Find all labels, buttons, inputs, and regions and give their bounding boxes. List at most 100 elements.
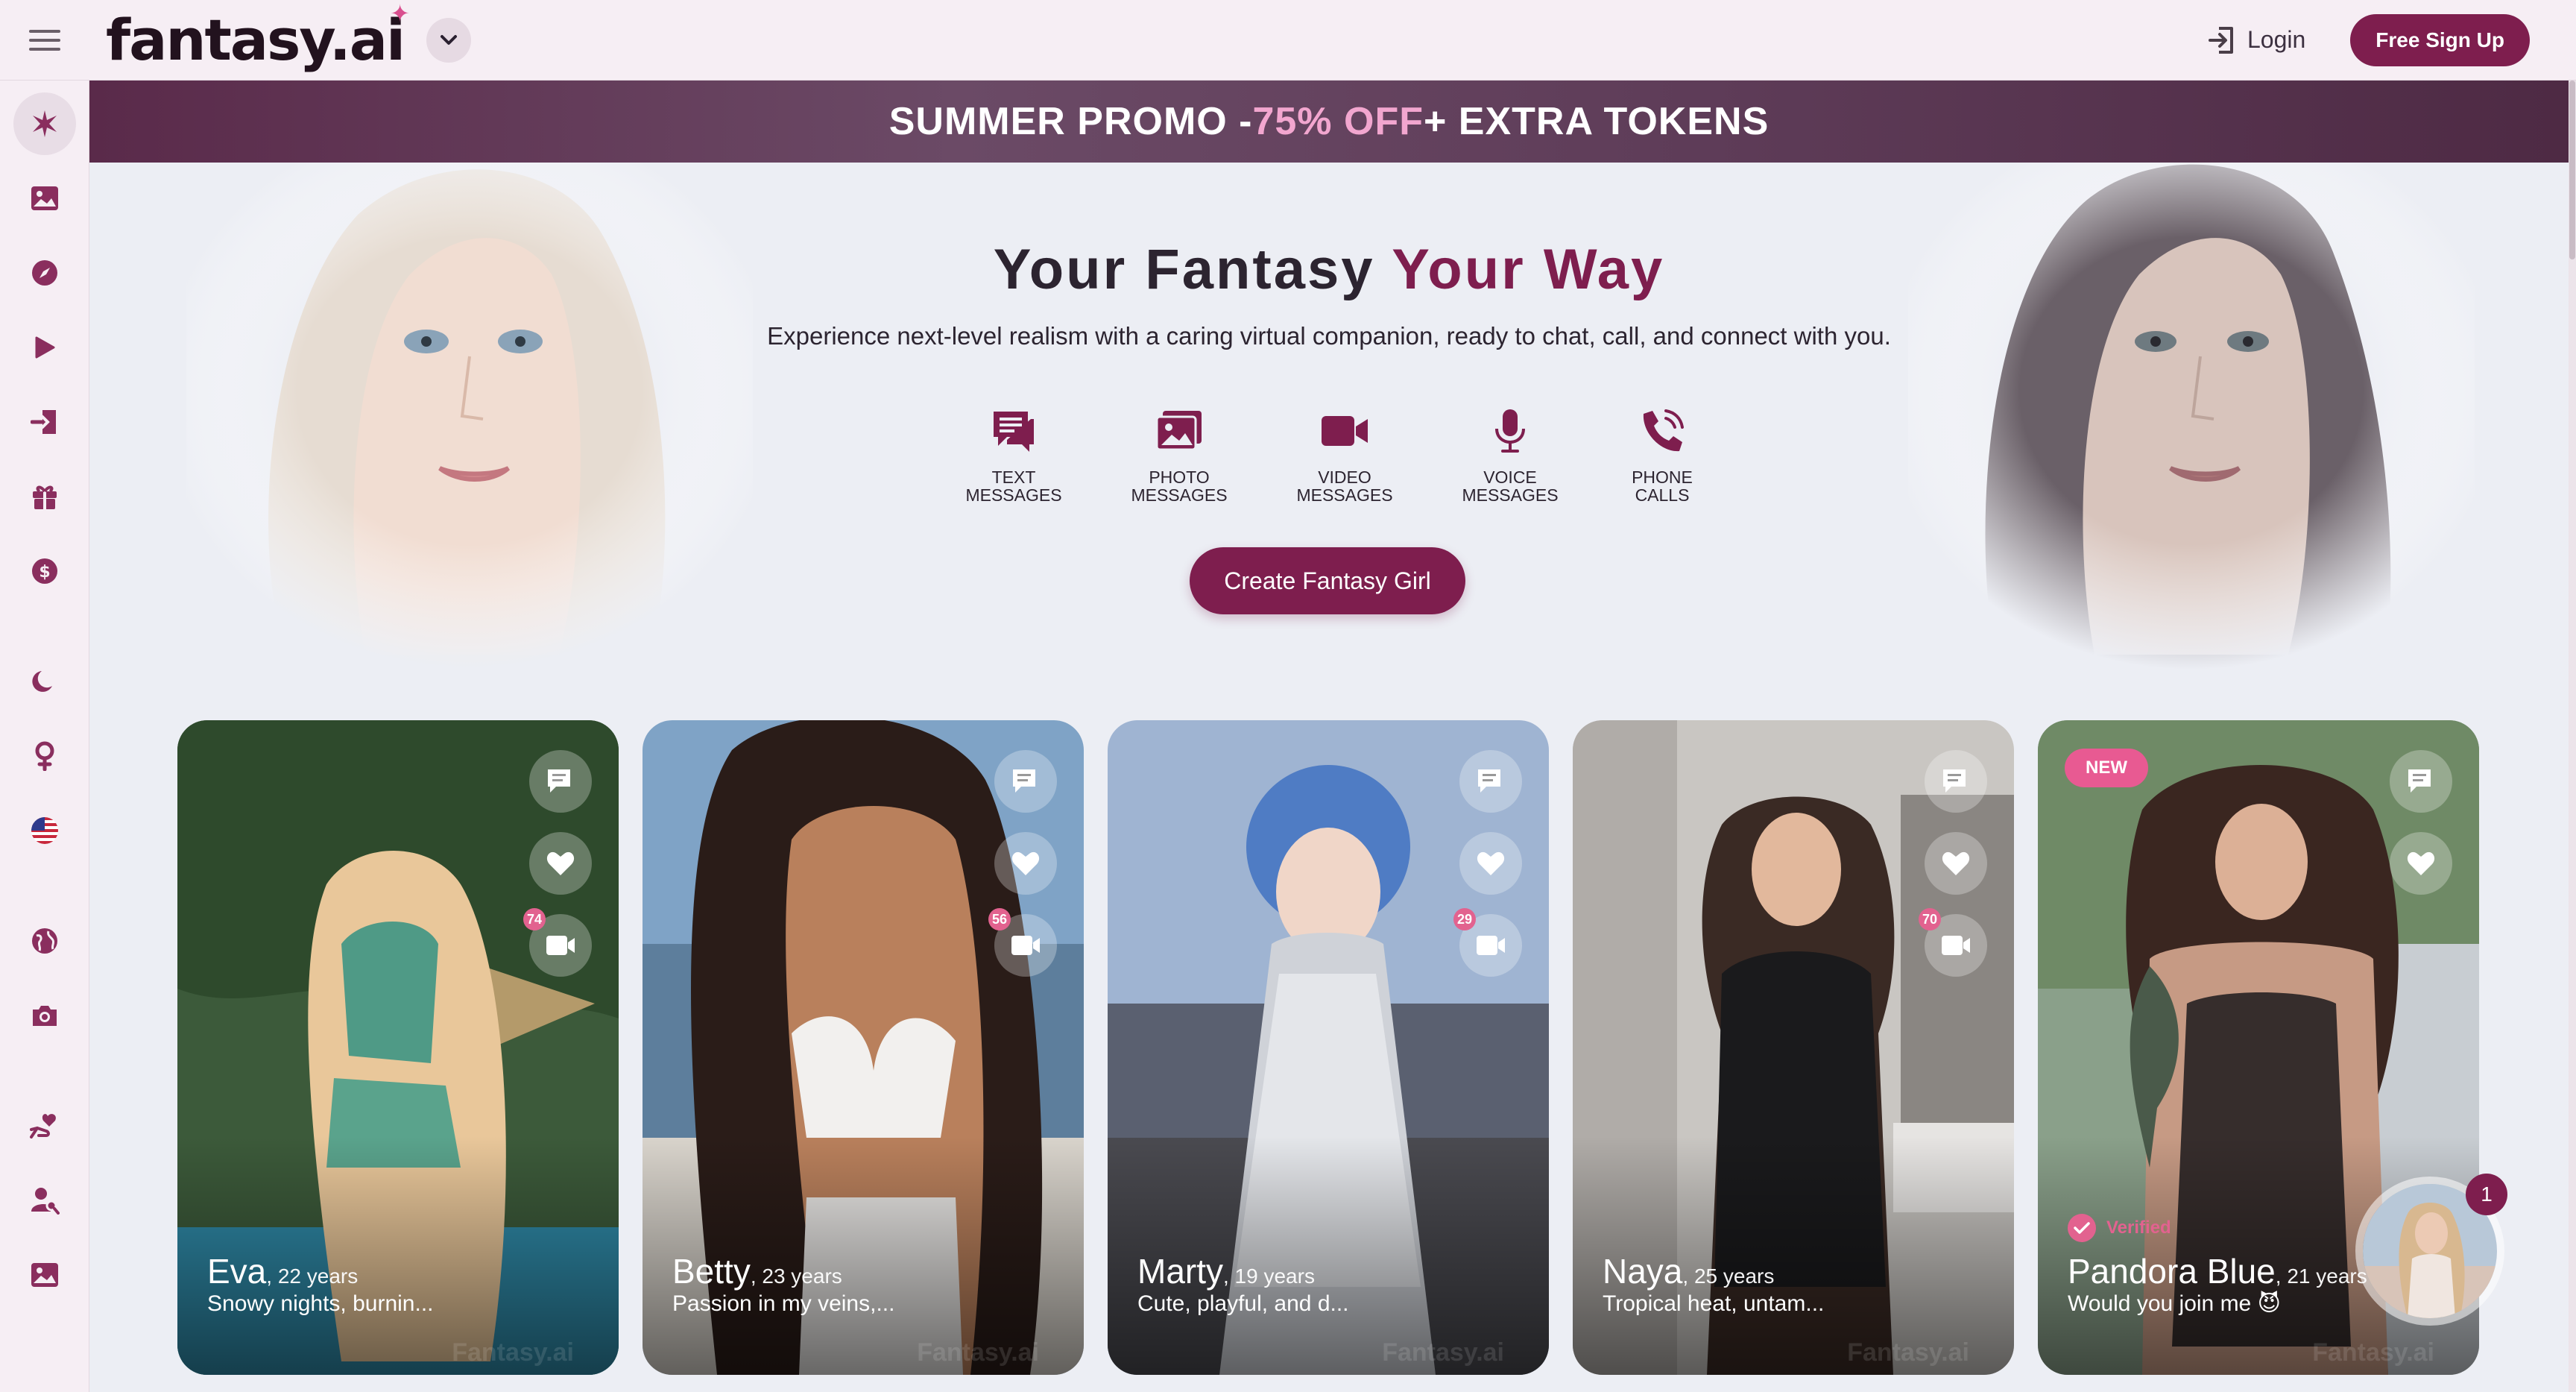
feature-text-messages[interactable]: TEXT MESSAGES bbox=[947, 401, 1081, 504]
sidebar-item-pricing[interactable]: $ bbox=[13, 540, 76, 602]
character-description: Cute, playful, and d... bbox=[1137, 1291, 1349, 1316]
create-fantasy-girl-button[interactable]: Create Fantasy Girl bbox=[1190, 547, 1465, 614]
card-watermark: Fantasy.ai bbox=[1847, 1338, 1969, 1367]
heart-hand-icon bbox=[30, 1114, 56, 1139]
photo-message-icon bbox=[1155, 411, 1202, 451]
gift-icon bbox=[33, 485, 57, 509]
chat-button[interactable] bbox=[1459, 750, 1522, 813]
chat-button[interactable] bbox=[1925, 750, 1987, 813]
video-count-badge: 74 bbox=[523, 908, 546, 930]
favorite-button[interactable] bbox=[1459, 832, 1522, 895]
feature-phone-calls[interactable]: PHONE CALLS bbox=[1595, 401, 1729, 504]
character-name: Marty, 19 years bbox=[1137, 1251, 1315, 1291]
character-name-text: Eva bbox=[207, 1252, 267, 1291]
chat-icon bbox=[1478, 769, 1500, 793]
character-name: Eva, 22 years bbox=[207, 1251, 358, 1291]
video-button[interactable]: 70 bbox=[1919, 908, 1987, 977]
character-name-text: Naya bbox=[1603, 1252, 1683, 1291]
hero-section: Your Fantasy Your Way Experience next-le… bbox=[89, 163, 2569, 699]
free-signup-button[interactable]: Free Sign Up bbox=[2350, 13, 2530, 66]
sidebar-item-ai-generator[interactable] bbox=[13, 92, 76, 155]
heart-icon bbox=[546, 851, 575, 875]
favorite-button[interactable] bbox=[2390, 832, 2452, 895]
sidebar-item-photos[interactable] bbox=[13, 984, 76, 1047]
chevron-down-icon bbox=[441, 34, 458, 45]
sidebar-item-login[interactable] bbox=[13, 391, 76, 453]
character-age: , 21 years bbox=[2275, 1265, 2367, 1288]
chat-button[interactable] bbox=[994, 750, 1057, 813]
heart-icon bbox=[1477, 851, 1505, 875]
video-icon bbox=[1942, 936, 1970, 955]
sidebar-item-region[interactable] bbox=[13, 910, 76, 972]
sidebar-item-gender[interactable] bbox=[13, 725, 76, 787]
character-description: Tropical heat, untam... bbox=[1603, 1291, 1825, 1316]
video-button[interactable]: 29 bbox=[1453, 908, 1522, 977]
character-card-naya[interactable]: 70 Naya, 25 years Tropical heat, untam..… bbox=[1573, 720, 2014, 1375]
feature-voice-messages[interactable]: VOICE MESSAGES bbox=[1443, 401, 1577, 504]
auth-actions: Login Free Sign Up bbox=[2194, 13, 2530, 66]
chat-button[interactable] bbox=[2390, 750, 2452, 813]
video-count-badge: 29 bbox=[1453, 908, 1476, 930]
character-age: , 25 years bbox=[1682, 1265, 1775, 1288]
character-name-text: Pandora Blue bbox=[2068, 1252, 2276, 1291]
character-name: Naya, 25 years bbox=[1603, 1251, 1774, 1291]
microphone-icon bbox=[1495, 409, 1525, 453]
feature-video-messages[interactable]: VIDEO MESSAGES bbox=[1278, 401, 1412, 504]
new-badge: NEW bbox=[2065, 749, 2148, 787]
unread-count-badge[interactable]: 1 bbox=[2466, 1174, 2507, 1215]
character-description: Snowy nights, burnin... bbox=[207, 1291, 434, 1316]
sidebar-item-media[interactable] bbox=[13, 1244, 76, 1306]
character-card-eva[interactable]: 74 Eva, 22 years Snowy nights, burnin...… bbox=[177, 720, 619, 1375]
play-icon bbox=[35, 336, 55, 359]
character-name: Betty, 23 years bbox=[672, 1251, 842, 1291]
character-description: Passion in my veins,... bbox=[672, 1291, 895, 1316]
video-button[interactable]: 56 bbox=[988, 908, 1057, 977]
login-button[interactable]: Login bbox=[2194, 19, 2320, 62]
summer-promo-banner[interactable]: SUMMER PROMO - 75% OFF + EXTRA TOKENS bbox=[89, 81, 2569, 163]
hamburger-icon bbox=[29, 29, 60, 51]
favorite-button[interactable] bbox=[994, 832, 1057, 895]
favorite-button[interactable] bbox=[1925, 832, 1987, 895]
feature-label: PHOTO MESSAGES bbox=[1131, 467, 1228, 505]
chat-icon bbox=[1013, 769, 1035, 793]
brand-dropdown-button[interactable] bbox=[426, 17, 472, 63]
female-icon bbox=[35, 741, 54, 771]
menu-toggle-button[interactable] bbox=[0, 0, 89, 81]
login-icon bbox=[31, 410, 56, 434]
sidebar-item-videos[interactable] bbox=[13, 316, 76, 379]
camera-icon bbox=[33, 1006, 57, 1026]
character-card-betty[interactable]: 56 Betty, 23 years Passion in my veins,.… bbox=[643, 720, 1084, 1375]
sidebar-item-gallery[interactable] bbox=[13, 167, 76, 230]
character-name-text: Marty bbox=[1137, 1252, 1223, 1291]
video-button[interactable]: 74 bbox=[523, 908, 592, 977]
card-watermark: Fantasy.ai bbox=[2312, 1338, 2434, 1367]
character-card-marty[interactable]: 29 Marty, 19 years Cute, playful, and d.… bbox=[1108, 720, 1549, 1375]
dollar-icon: $ bbox=[32, 558, 57, 584]
page-scrollbar[interactable] bbox=[2569, 81, 2576, 1392]
compass-icon bbox=[32, 260, 57, 286]
brand-logo-text: fantasy.ai bbox=[106, 7, 405, 73]
character-age: , 19 years bbox=[1223, 1265, 1315, 1288]
promo-text-suffix: + EXTRA TOKENS bbox=[1423, 100, 1770, 143]
sidebar-item-explore[interactable] bbox=[13, 242, 76, 304]
favorite-button[interactable] bbox=[529, 832, 592, 895]
character-name-text: Betty bbox=[672, 1252, 751, 1291]
video-icon bbox=[1477, 936, 1505, 955]
brand-logo[interactable]: fantasy.ai ✦ bbox=[106, 0, 410, 73]
character-description: Would you join me 😈 bbox=[2068, 1291, 2281, 1316]
image-icon bbox=[31, 1263, 58, 1287]
feature-photo-messages[interactable]: PHOTO MESSAGES bbox=[1112, 401, 1246, 504]
svg-text:$: $ bbox=[39, 563, 50, 582]
sidebar-item-find-companion[interactable] bbox=[13, 1169, 76, 1232]
video-icon bbox=[546, 936, 575, 955]
sidebar-item-dark-mode[interactable] bbox=[13, 650, 76, 713]
scrollbar-thumb[interactable] bbox=[2569, 81, 2575, 259]
chat-button[interactable] bbox=[529, 750, 592, 813]
sidebar-item-rewards[interactable] bbox=[13, 465, 76, 528]
card-watermark: Fantasy.ai bbox=[452, 1338, 574, 1367]
sidebar-item-favorites[interactable] bbox=[13, 1095, 76, 1157]
sidebar-item-language[interactable] bbox=[13, 799, 76, 862]
card-watermark: Fantasy.ai bbox=[917, 1338, 1039, 1367]
heart-icon bbox=[1942, 851, 1970, 875]
promo-text-prefix: SUMMER PROMO - bbox=[888, 100, 1253, 143]
